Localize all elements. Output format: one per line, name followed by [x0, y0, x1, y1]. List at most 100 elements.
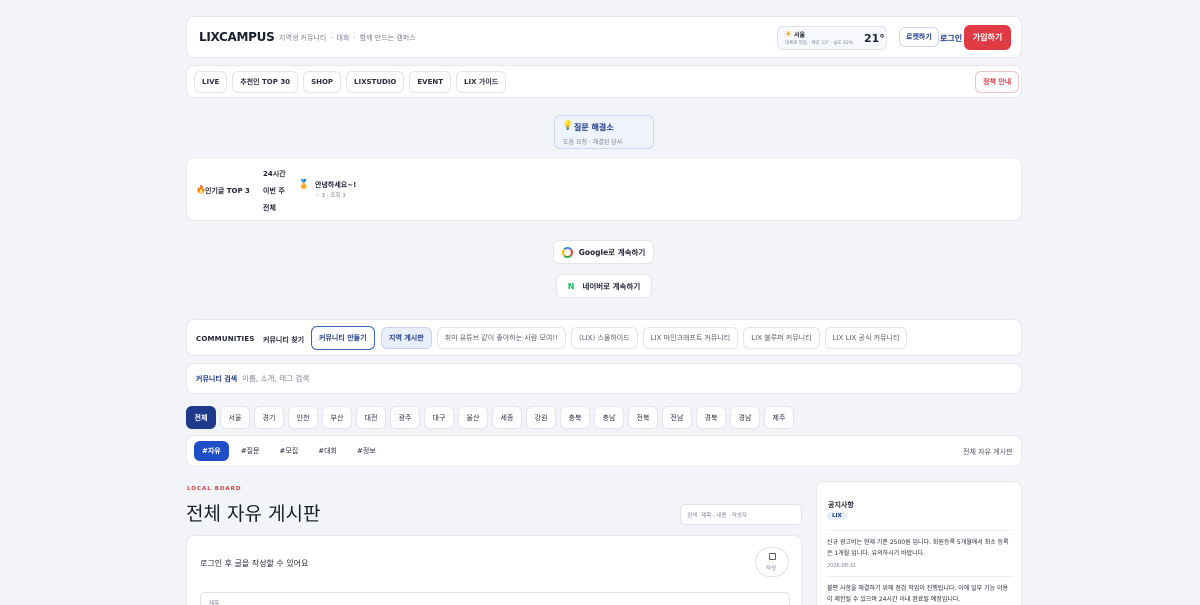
tag-chip[interactable]: #대회: [310, 441, 345, 461]
login-prompt: 로그인 후 글을 작성할 수 있어요: [200, 559, 309, 568]
nav-items: LIVE 추천인 TOP 30 SHOP LIXSTUDIO EVENT LIX…: [194, 71, 507, 93]
board-search-label: 검색: [687, 512, 698, 519]
tag-chip[interactable]: #질문: [232, 441, 268, 461]
header-taglines: 지역생 커뮤니티 · 대화 · 함께 만드는 캠퍼스: [279, 34, 416, 42]
community-item[interactable]: LIX LIX 공식 커뮤니티: [824, 327, 908, 349]
region-chip[interactable]: 강원: [526, 406, 556, 429]
region-chip[interactable]: 제주: [764, 406, 794, 429]
notice-divider: [827, 576, 1013, 577]
region-chip[interactable]: 전북: [628, 406, 658, 429]
region-chip-active[interactable]: 전체: [186, 406, 216, 429]
notice-item-text[interactable]: 불편 사항을 해결하기 위해 점검 작업이 진행됩니다. 이에 일부 기능 이용…: [827, 583, 1013, 605]
weather-temp: 21°: [864, 32, 885, 45]
community-item[interactable]: LIX 마인크래프트 커뮤니티: [642, 327, 739, 349]
board-search-input[interactable]: 제목 · 내용 · 작성자: [701, 511, 747, 519]
naver-icon: N: [567, 281, 575, 291]
tag-bar: #자유 #질문 #모집 #대회 #정보 전체 자유 게시판: [186, 435, 1022, 467]
login-button[interactable]: 로그인: [940, 33, 962, 44]
tag-chip-active[interactable]: #자유: [194, 441, 229, 461]
tag-chip[interactable]: #정보: [349, 441, 384, 461]
nav-bar: LIVE 추천인 TOP 30 SHOP LIXSTUDIO EVENT LIX…: [186, 65, 1022, 98]
tag-list: #자유 #질문 #모집 #대회 #정보: [194, 441, 384, 461]
naver-label: 네이버로 계속하기: [582, 281, 641, 291]
lightbulb-icon: 💡: [562, 121, 574, 131]
weather-widget[interactable]: ☀ 서울 대체로 맑음 · 체감 23° · 습도 42% 21°: [777, 26, 887, 50]
region-filters: 전체 서울 경기 인천 부산 대전 광주 대구 울산 세종 강원 충북 충남 전…: [186, 406, 794, 429]
compose-icon: [769, 553, 776, 560]
create-community-button[interactable]: 커뮤니티 만들기: [311, 326, 375, 350]
weather-desc: 대체로 맑음 · 체감 23° · 습도 42%: [785, 41, 854, 46]
mode-button[interactable]: 로켓하기: [899, 27, 939, 47]
tag-bar-right-label: 전체 자유 게시판: [963, 448, 1013, 456]
community-search-input[interactable]: 이름, 소개, 태그 검색: [242, 373, 309, 384]
community-item[interactable]: LIX 블루퍼 커뮤니티: [743, 327, 820, 349]
weather-city: 서울: [794, 32, 806, 39]
google-label: Google로 계속하기: [578, 247, 646, 257]
community-item[interactable]: 취미 유튜브 같이 좋아하는 사람 모여!!: [436, 327, 566, 349]
write-button[interactable]: 작성: [755, 547, 789, 577]
communities-bar: COMMUNITIES 커뮤니티 찾기 커뮤니티 만들기 지역 게시판 취미 유…: [186, 319, 1022, 356]
title-input[interactable]: 제목: [200, 592, 790, 605]
nav-shop[interactable]: SHOP: [303, 71, 342, 93]
write-panel: 로그인 후 글을 작성할 수 있어요 작성 제목: [186, 535, 802, 605]
google-icon: [561, 246, 573, 258]
popular-label: 인기글 TOP 3: [205, 187, 250, 195]
region-chip[interactable]: 경북: [696, 406, 726, 429]
tagline-3: 함께 만드는 캠퍼스: [359, 34, 416, 42]
region-chip[interactable]: 대구: [424, 406, 454, 429]
region-chip[interactable]: 서울: [220, 406, 250, 429]
popular-post-title[interactable]: 안녕하세요~!: [315, 180, 356, 190]
write-label: 작성: [766, 566, 777, 572]
nav-event[interactable]: EVENT: [409, 71, 451, 93]
sun-icon: ☀: [784, 30, 793, 40]
region-chip[interactable]: 경남: [730, 406, 760, 429]
region-chip[interactable]: 경기: [254, 406, 284, 429]
region-chip[interactable]: 광주: [390, 406, 420, 429]
notice-title: 공지사항: [828, 501, 854, 509]
region-chip[interactable]: 충북: [560, 406, 590, 429]
page-title: 전체 자유 게시판: [186, 503, 321, 525]
community-search[interactable]: 커뮤니티 검색 이름, 소개, 태그 검색: [186, 363, 1022, 394]
notice-badge: LIX: [827, 512, 847, 520]
region-chip[interactable]: 인천: [288, 406, 318, 429]
nav-lixstudio[interactable]: LIXSTUDIO: [346, 71, 405, 93]
tab-all[interactable]: 전체: [263, 203, 276, 213]
find-community-button[interactable]: 커뮤니티 찾기: [263, 335, 304, 345]
title-input-hint: 제목: [209, 601, 220, 605]
google-login-button[interactable]: Google로 계속하기: [553, 240, 654, 264]
nav-top30[interactable]: 추천인 TOP 30: [232, 71, 299, 93]
community-list: 지역 게시판 취미 유튜브 같이 좋아하는 사람 모여!! (LIX) 스물하이…: [381, 327, 908, 349]
qa-card[interactable]: 💡 질문 해결소 도움 요청 · 해결된 답사: [554, 115, 654, 149]
region-chip[interactable]: 울산: [458, 406, 488, 429]
popular-post-meta: ♡ 3 · 조회 3: [315, 193, 346, 199]
community-item[interactable]: (LIX) 스물하이드: [570, 327, 638, 349]
naver-login-button[interactable]: N 네이버로 계속하기: [556, 274, 652, 298]
qa-title: 질문 해결소: [574, 123, 614, 132]
tagline-2: 대화: [336, 34, 350, 42]
tag-chip[interactable]: #모집: [271, 441, 307, 461]
region-chip[interactable]: 전남: [662, 406, 692, 429]
medal-icon: 🏅: [298, 180, 310, 190]
notice-item-text[interactable]: 신규 광고비는 현재 기준 2500원 입니다. 회원등록 5개월에서 최소 등…: [827, 537, 1013, 559]
region-chip[interactable]: 대전: [356, 406, 386, 429]
tab-week[interactable]: 이번 주: [263, 186, 285, 196]
logo[interactable]: LIXCAMPUS: [199, 30, 275, 44]
board-search[interactable]: 검색 제목 · 내용 · 작성자: [680, 504, 802, 525]
board-eyebrow: LOCAL BOARD: [187, 486, 242, 492]
community-item-local[interactable]: 지역 게시판: [381, 327, 432, 349]
policy-button[interactable]: 정책 안내: [975, 71, 1020, 93]
nav-live[interactable]: LIVE: [194, 71, 228, 93]
region-chip[interactable]: 부산: [322, 406, 352, 429]
communities-label: COMMUNITIES: [196, 335, 255, 343]
nav-guide[interactable]: LIX 가이드: [456, 71, 507, 93]
notice-item-date: 2026-08-31: [827, 563, 857, 569]
header-bar: LIXCAMPUS 지역생 커뮤니티 · 대화 · 함께 만드는 캠퍼스 ☀ 서…: [186, 16, 1022, 58]
tab-24h[interactable]: 24시간: [263, 169, 286, 179]
tagline-1: 지역생 커뮤니티: [279, 34, 327, 42]
signup-button[interactable]: 가입하기: [964, 25, 1011, 50]
region-chip[interactable]: 충남: [594, 406, 624, 429]
community-search-label: 커뮤니티 검색: [196, 374, 238, 383]
region-chip[interactable]: 세종: [492, 406, 522, 429]
popular-panel: 🔥 인기글 TOP 3 24시간 이번 주 전체 🏅 안녕하세요~! ♡ 3 ·…: [186, 157, 1022, 221]
qa-sub: 도움 요청 · 해결된 답사: [563, 139, 623, 146]
